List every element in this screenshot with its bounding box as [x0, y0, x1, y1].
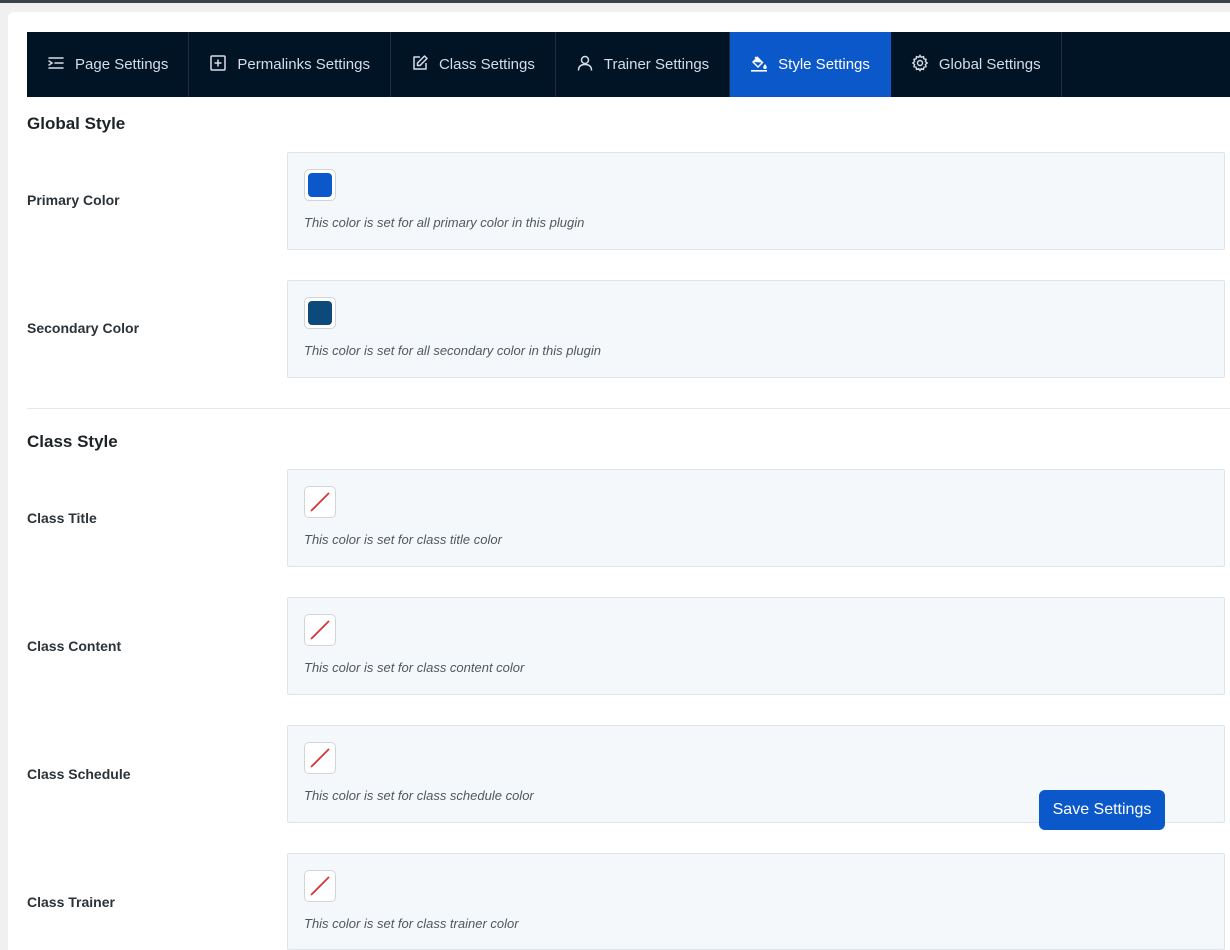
settings-tabs: Page Settings Permalinks Settings Class … [27, 32, 1230, 97]
tab-trainer-settings[interactable]: Trainer Settings [556, 32, 731, 97]
secondary-color-fill [308, 301, 332, 325]
empty-color-icon [310, 876, 330, 896]
class-content-swatch[interactable] [304, 614, 336, 646]
class-title-swatch[interactable] [304, 486, 336, 518]
primary-color-label: Primary Color [27, 192, 120, 208]
settings-panel: Page Settings Permalinks Settings Class … [8, 12, 1230, 950]
primary-color-description: This color is set for all primary color … [304, 215, 585, 230]
secondary-color-description: This color is set for all secondary colo… [304, 343, 601, 358]
class-content-description: This color is set for class content colo… [304, 660, 525, 675]
indent-list-icon [47, 54, 65, 76]
secondary-color-label: Secondary Color [27, 320, 140, 336]
tab-label: Trainer Settings [603, 56, 710, 73]
class-trainer-swatch[interactable] [304, 870, 336, 902]
user-icon [576, 54, 594, 76]
class-content-label: Class Content [27, 638, 122, 654]
primary-color-swatch[interactable] [304, 169, 336, 201]
paint-bucket-icon [750, 54, 768, 76]
class-style-heading: Class Style [27, 432, 118, 451]
class-trainer-label: Class Trainer [27, 894, 115, 910]
global-style-heading: Global Style [27, 114, 126, 133]
secondary-color-field: This color is set for all secondary colo… [287, 280, 1225, 378]
tab-page-settings[interactable]: Page Settings [27, 32, 190, 97]
class-trainer-field: This color is set for class trainer colo… [287, 853, 1225, 950]
edit-icon [411, 54, 429, 76]
tab-style-settings[interactable]: Style Settings [730, 32, 891, 97]
tab-class-settings[interactable]: Class Settings [391, 32, 556, 97]
primary-color-fill [308, 173, 332, 197]
class-trainer-description: This color is set for class trainer colo… [304, 916, 519, 931]
tab-permalinks-settings[interactable]: Permalinks Settings [189, 32, 391, 97]
class-title-description: This color is set for class title color [304, 532, 502, 547]
tab-label: Global Settings [938, 56, 1041, 73]
tab-label: Page Settings [75, 56, 169, 73]
plus-square-icon [209, 54, 227, 76]
class-schedule-swatch[interactable] [304, 742, 336, 774]
admin-top-strip [0, 0, 1230, 3]
empty-color-icon [310, 620, 330, 640]
class-content-field: This color is set for class content colo… [287, 597, 1225, 695]
secondary-color-swatch[interactable] [304, 297, 336, 329]
gear-icon [911, 53, 929, 76]
section-divider [27, 408, 1230, 409]
empty-color-icon [310, 748, 330, 768]
primary-color-field: This color is set for all primary color … [287, 152, 1225, 250]
tab-global-settings[interactable]: Global Settings [891, 32, 1062, 97]
class-title-field: This color is set for class title color [287, 469, 1225, 567]
empty-color-icon [310, 492, 330, 512]
class-schedule-label: Class Schedule [27, 766, 131, 782]
tab-label: Style Settings [778, 56, 870, 73]
tab-label: Permalinks Settings [237, 56, 370, 73]
class-schedule-description: This color is set for class schedule col… [304, 788, 534, 803]
class-title-label: Class Title [27, 510, 97, 526]
save-settings-button[interactable]: Save Settings [1039, 790, 1165, 830]
tab-label: Class Settings [438, 56, 535, 73]
